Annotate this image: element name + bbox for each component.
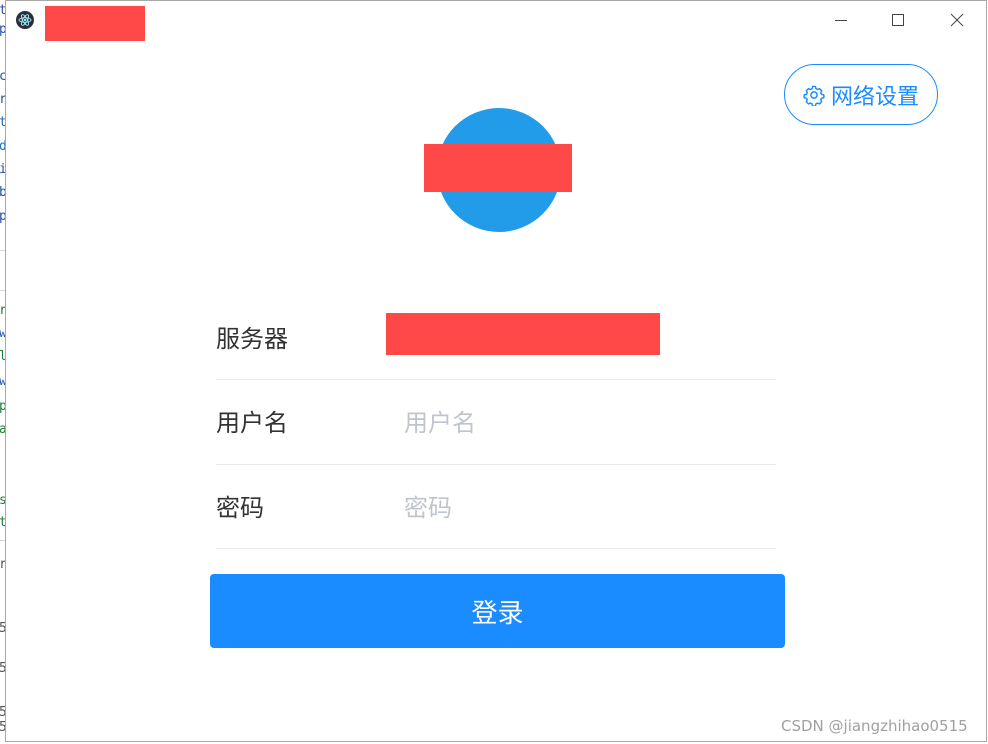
network-settings-label: 网络设置 [830,84,919,110]
username-divider [216,464,776,465]
gear-icon [803,85,825,106]
network-settings-button[interactable]: 网络设置 [784,64,938,125]
watermark: CSDN @jiangzhihao0515 [781,717,968,735]
app-icon [16,11,34,29]
logo-redaction [424,144,572,192]
username-label: 用户名 [216,409,288,437]
maximize-icon [892,14,904,26]
username-input[interactable] [404,403,776,443]
maximize-button[interactable] [875,5,921,35]
close-icon [950,13,964,27]
app-window: 网络设置 服务器 用户名 密码 登录 CSDN @jiangzhihao0515 [5,0,987,742]
server-label: 服务器 [216,325,288,353]
server-divider [216,379,776,380]
window-title-redaction [45,6,145,41]
password-label: 密码 [216,494,264,522]
password-input[interactable] [404,488,776,528]
minimize-button[interactable] [818,5,864,35]
close-button[interactable] [934,5,980,35]
login-button[interactable]: 登录 [210,574,785,648]
server-value-redaction[interactable] [386,313,660,355]
password-divider [216,548,776,549]
minimize-icon [835,20,847,21]
title-bar [6,1,986,41]
